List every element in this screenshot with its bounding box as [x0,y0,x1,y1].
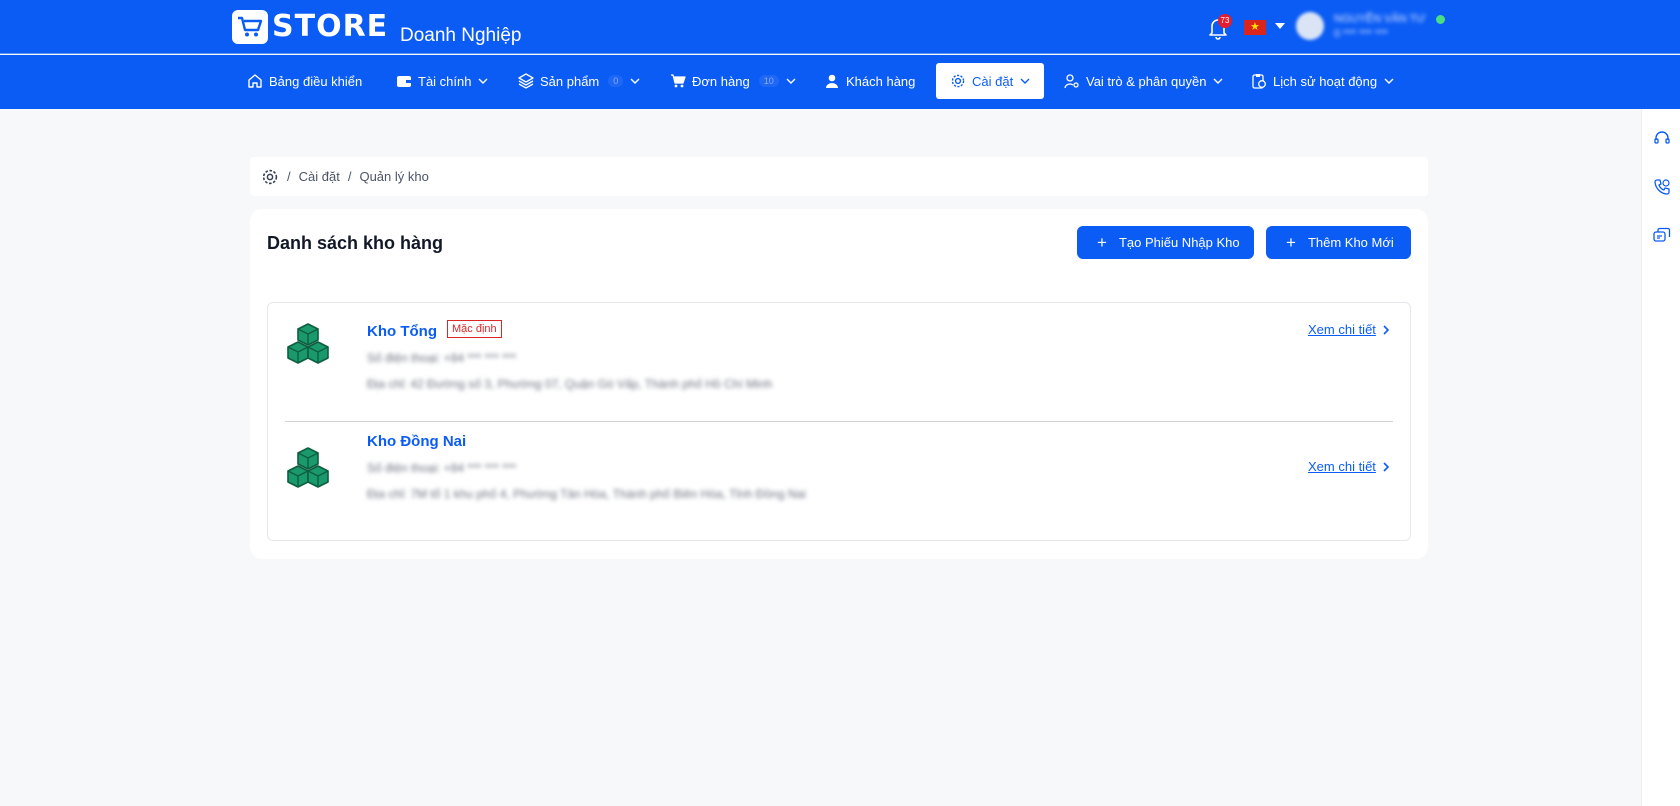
nav-item-finance[interactable]: Tài chính [396,63,488,99]
nav-item-customers[interactable]: Khách hàng [824,63,915,99]
nav-label: Đơn hàng [692,73,750,89]
right-support-rail [1641,109,1680,806]
wallet-icon [397,76,411,87]
view-detail-link[interactable]: Xem chi tiết [1308,459,1390,474]
nav-item-products[interactable]: Sản phẩm 0 [518,63,640,99]
plus-icon: + [1286,232,1296,252]
store-logo[interactable]: STORE [232,10,388,44]
warehouse-list-card: Danh sách kho hàng + Tạo Phiếu Nhập Kho … [250,209,1428,559]
warehouse-address: Địa chỉ: 7M tổ 1 khu phố 4, Phường Tân H… [367,487,806,501]
user-icon [826,74,838,88]
vietnam-flag-icon[interactable]: ★ [1244,20,1266,35]
chevron-right-icon [1383,461,1390,472]
main-nav: Bảng điều khiển Tài chính Sản phẩm 0 Đơn… [0,55,1680,109]
nav-item-dashboard[interactable]: Bảng điều khiển [247,63,362,99]
list-item: Kho Tổng Mặc định Số điện thoại: +84 ***… [268,303,1410,413]
gear-icon [951,74,965,88]
warehouse-boxes-icon [287,447,329,488]
chevron-down-icon [1020,78,1030,84]
user-avatar[interactable] [1296,12,1324,40]
warehouse-boxes-icon [287,323,329,364]
create-receipt-button[interactable]: + Tạo Phiếu Nhập Kho [1077,226,1254,259]
chat-icon[interactable] [1653,227,1671,245]
chevron-down-icon [1213,78,1223,84]
nav-label: Vai trò & phân quyền [1086,73,1207,89]
chevron-right-icon [1383,324,1390,335]
breadcrumb-separator: / [287,169,291,184]
warehouse-phone: Số điện thoại: +84 *** *** *** [367,461,517,475]
breadcrumb: / Cài đặt / Quản lý kho [250,157,1428,196]
view-detail-label: Xem chi tiết [1308,459,1376,474]
warehouse-name[interactable]: Kho Tổng [367,323,437,340]
online-status-dot [1436,15,1445,24]
user-settings-icon [1064,74,1079,89]
brand-subtitle: Doanh Nghiệp [400,25,522,46]
user-phone: 0 *** *** *** [1334,28,1388,40]
language-caret-icon[interactable] [1275,23,1285,29]
user-name[interactable]: NGUYỄN VĂN TƯ [1334,13,1426,25]
add-warehouse-label: Thêm Kho Mới [1307,235,1394,250]
nav-item-roles[interactable]: Vai trò & phân quyền [1064,63,1223,99]
chevron-down-icon [1384,78,1394,84]
nav-label: Lịch sử hoạt động [1273,73,1378,89]
nav-item-orders[interactable]: Đơn hàng 10 [670,63,796,99]
nav-item-settings[interactable]: Cài đặt [936,63,1045,99]
breadcrumb-item-settings[interactable]: Cài đặt [299,169,340,184]
view-detail-link[interactable]: Xem chi tiết [1308,322,1390,337]
nav-label: Cài đặt [972,73,1014,89]
create-receipt-label: Tạo Phiếu Nhập Kho [1118,235,1240,250]
gear-icon[interactable] [261,168,279,186]
default-badge: Mặc định [447,320,502,338]
warehouse-list: Kho Tổng Mặc định Số điện thoại: +84 ***… [267,302,1411,541]
warehouse-address: Địa chỉ: 42 Đường số 3, Phường 07, Quận … [367,377,773,391]
nav-item-activity-history[interactable]: Lịch sử hoạt động [1251,63,1394,99]
orders-count-badge: 10 [758,75,779,87]
breadcrumb-item-warehouse-management: Quản lý kho [359,169,429,184]
products-count-badge: 0 [608,75,624,87]
nav-label: Tài chính [418,73,472,89]
breadcrumb-separator: / [347,169,352,184]
warehouse-name[interactable]: Kho Đồng Nai [367,433,466,450]
nav-label: Bảng điều khiển [269,73,363,89]
page-title: Danh sách kho hàng [267,233,444,253]
chevron-down-icon [478,78,488,84]
cart-icon [671,74,686,88]
cart-logo-icon [232,10,268,44]
phone-call-icon[interactable] [1653,178,1671,196]
notification-count-badge: 73 [1218,14,1232,28]
home-icon [248,74,262,88]
nav-label: Khách hàng [846,73,916,89]
headset-icon[interactable] [1653,129,1671,147]
add-warehouse-button[interactable]: + Thêm Kho Mới [1266,226,1411,259]
top-header: STORE Doanh Nghiệp 73 ★ NGUYỄN VĂN TƯ 0 … [0,0,1680,54]
plus-icon: + [1097,232,1107,252]
list-item: Kho Đồng Nai Số điện thoại: +84 *** *** … [268,422,1410,532]
warehouse-phone: Số điện thoại: +84 *** *** *** [367,351,517,365]
clipboard-clock-icon [1252,74,1266,89]
view-detail-label: Xem chi tiết [1308,322,1376,337]
logo-text: STORE [272,9,389,44]
nav-label: Sản phẩm [540,73,600,89]
layers-icon [518,73,534,89]
chevron-down-icon [786,78,796,84]
chevron-down-icon [630,78,640,84]
